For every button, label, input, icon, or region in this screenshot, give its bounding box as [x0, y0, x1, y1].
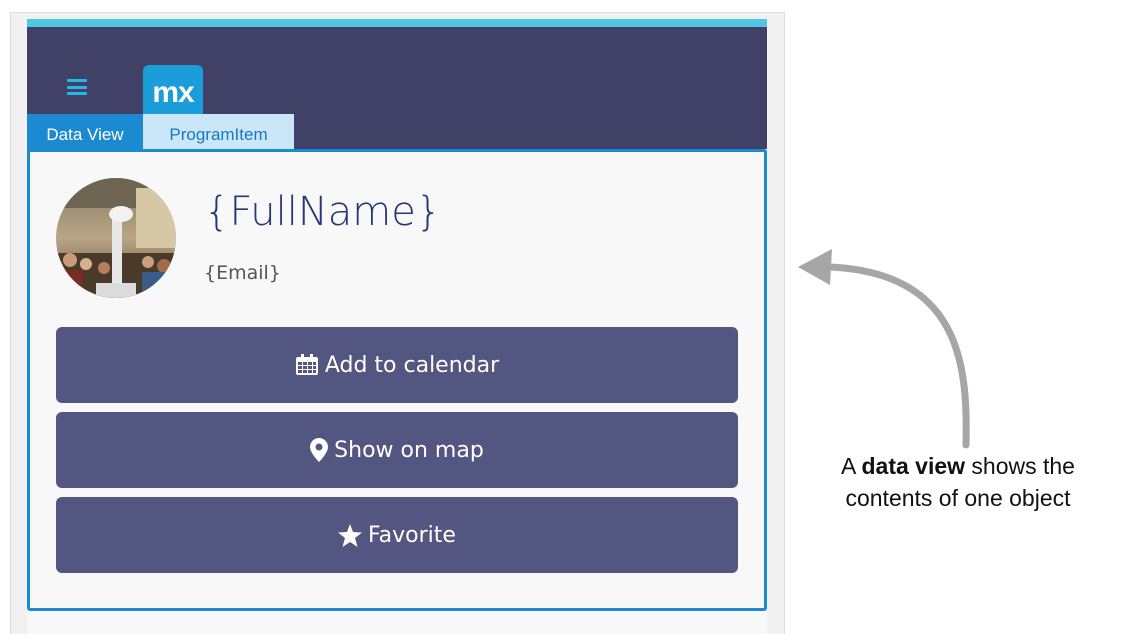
- add-to-calendar-button[interactable]: Add to calendar: [56, 327, 738, 403]
- favorite-button[interactable]: Favorite: [56, 497, 738, 573]
- mendix-logo: mx: [143, 65, 203, 120]
- annotation-line-1: A data view shows the: [841, 453, 1075, 479]
- add-to-calendar-label: Add to calendar: [324, 352, 500, 378]
- star-icon: [338, 523, 363, 547]
- data-view-container: {FullName} {Email} Add to calendar Show …: [27, 149, 767, 611]
- calendar-icon: [295, 354, 319, 376]
- annotation-line-2: contents of one object: [845, 485, 1071, 511]
- hamburger-menu-icon[interactable]: [67, 79, 87, 95]
- email-text: {Email}: [204, 262, 281, 284]
- avatar: [56, 178, 176, 298]
- show-on-map-label: Show on map: [334, 437, 484, 463]
- map-marker-icon: [310, 438, 329, 462]
- app-page: mx Data View ProgramItem {FullName} {Ema…: [27, 19, 767, 634]
- favorite-label: Favorite: [368, 522, 456, 548]
- top-accent-strip: [27, 19, 767, 27]
- annotation-text: A data view shows the contents of one ob…: [795, 450, 1121, 514]
- avatar-photo: [56, 178, 176, 298]
- full-name-heading: {FullName}: [204, 189, 442, 235]
- show-on-map-button[interactable]: Show on map: [56, 412, 738, 488]
- navbar: mx Data View ProgramItem: [27, 27, 767, 156]
- annotation-bold-term: data view: [861, 453, 966, 479]
- annotation-arrow-icon: [798, 249, 970, 449]
